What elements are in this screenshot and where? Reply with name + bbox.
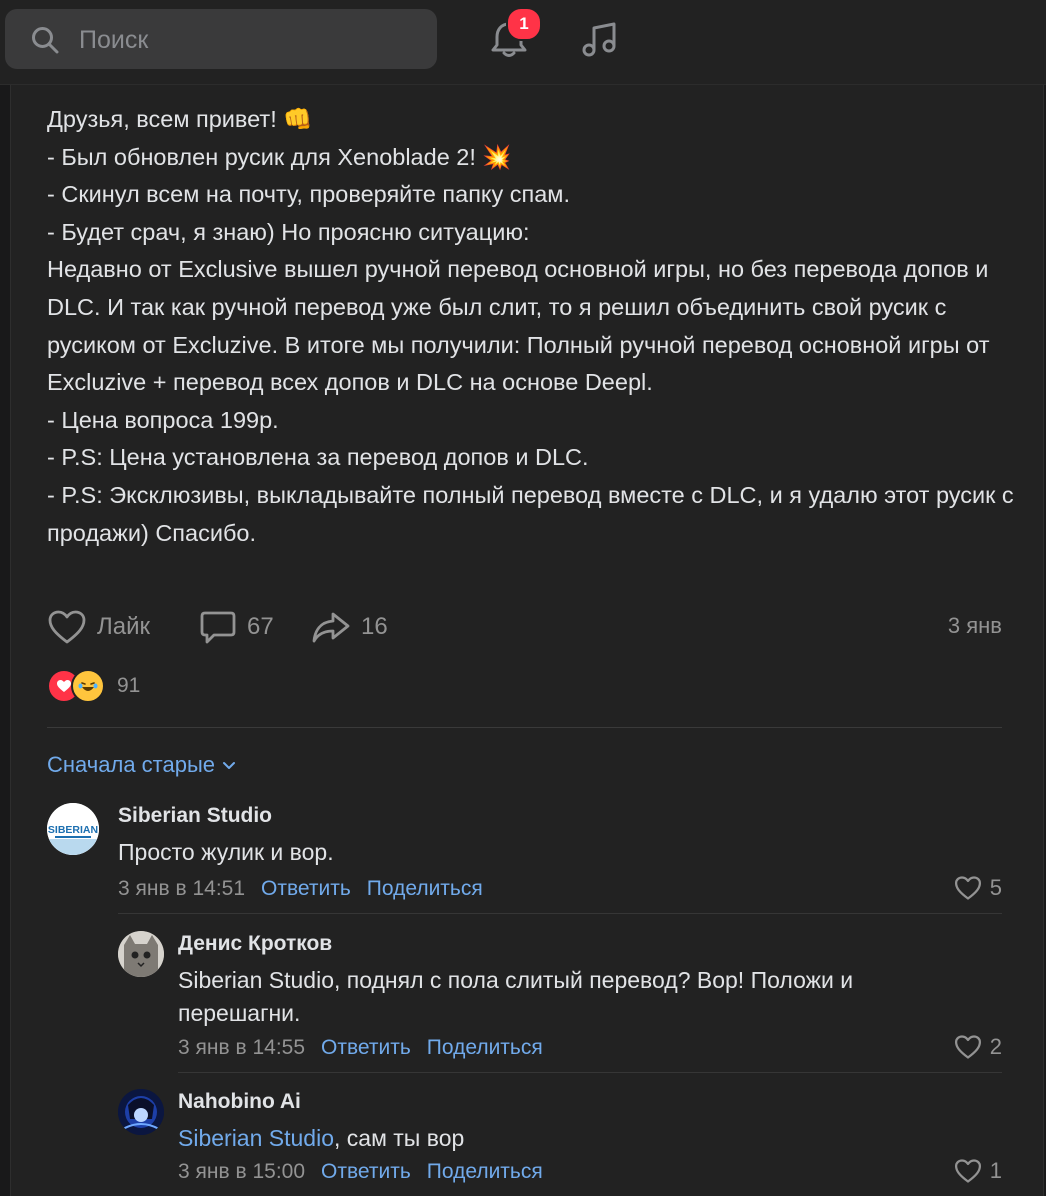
notification-badge: 1 <box>506 7 542 41</box>
comments-sort-dropdown[interactable]: Сначала старые <box>47 752 237 778</box>
comments-button[interactable]: 67 <box>199 605 274 649</box>
laughing-reaction-icon <box>71 669 105 703</box>
post-date[interactable]: 3 янв <box>948 613 1002 639</box>
post-actions: Лайк 67 16 3 янв <box>47 605 1002 649</box>
post-line: - Будет срач, я знаю) Но проясню ситуаци… <box>47 218 530 245</box>
avatar[interactable]: SIBERIAN <box>47 803 99 855</box>
comment-separator <box>178 1072 1002 1073</box>
chevron-down-icon <box>223 762 236 769</box>
comment-date[interactable]: 3 янв в 14:51 <box>118 877 245 901</box>
divider <box>47 727 1002 728</box>
comment-text: Siberian Studio, поднял с пола слитый пе… <box>178 967 854 1026</box>
post-line: - Скинул всем на почту, проверяйте папку… <box>47 181 570 208</box>
reply-button[interactable]: Ответить <box>321 1036 411 1060</box>
reactions-count: 91 <box>117 674 141 697</box>
post-line: Друзья, всем привет! 👊 <box>47 106 313 132</box>
post-line: - Цена вопроса 199р. <box>47 406 279 433</box>
like-button[interactable]: Лайк <box>47 605 150 649</box>
like-label: Лайк <box>97 613 151 640</box>
reply-button[interactable]: Ответить <box>261 877 351 901</box>
comment-author[interactable]: Nahobino Ai <box>178 1090 301 1114</box>
search-input[interactable] <box>77 9 421 71</box>
heart-icon <box>954 1159 981 1183</box>
comment-like-count: 1 <box>989 1158 1002 1183</box>
comment-author[interactable]: Денис Кротков <box>178 932 332 956</box>
share-comment-button[interactable]: Поделиться <box>427 1160 543 1184</box>
comment-like-button[interactable]: 1 <box>954 1158 1002 1184</box>
heart-icon <box>48 610 86 644</box>
avatar[interactable] <box>118 931 164 977</box>
avatar[interactable] <box>118 1089 164 1135</box>
comment-text: Просто жулик и вор. <box>118 839 334 865</box>
comment-separator <box>118 913 1002 914</box>
share-comment-button[interactable]: Поделиться <box>427 1036 543 1060</box>
music-button[interactable] <box>578 18 622 62</box>
comment-date[interactable]: 3 янв в 15:00 <box>178 1160 305 1184</box>
comments-count: 67 <box>247 613 274 640</box>
search-icon <box>32 27 59 54</box>
mention-link[interactable]: Siberian Studio <box>178 1125 334 1151</box>
comment-icon <box>200 611 236 644</box>
reply-button[interactable]: Ответить <box>321 1160 411 1184</box>
comment-meta: 3 янв в 14:51 Ответить Поделиться <box>118 877 483 901</box>
comment-text: Siberian Studio, сам ты вор <box>178 1122 938 1155</box>
music-note-icon <box>582 22 616 57</box>
post-line: - P.S: Цена установлена за перевод допов… <box>47 444 589 471</box>
post-line: Недавно от Exclusive вышел ручной перево… <box>47 256 996 396</box>
share-button[interactable]: 16 <box>311 605 388 649</box>
post-line: - P.S: Эксклюзивы, выкладывайте полный п… <box>47 481 1021 546</box>
comment-meta: 3 янв в 15:00 Ответить Поделиться <box>178 1160 543 1184</box>
sort-label: Сначала старые <box>47 752 216 777</box>
shares-count: 16 <box>361 613 388 640</box>
comment-author[interactable]: Siberian Studio <box>118 804 272 828</box>
comment-like-count: 5 <box>989 875 1002 900</box>
heart-icon <box>954 876 981 900</box>
avatar-logo-text: SIBERIAN <box>48 824 98 836</box>
share-arrow-icon <box>312 612 350 643</box>
heart-icon <box>954 1035 981 1059</box>
comment-date[interactable]: 3 янв в 14:55 <box>178 1036 305 1060</box>
search-box[interactable] <box>5 9 437 71</box>
comment-like-button[interactable]: 5 <box>954 875 1002 901</box>
post-line: - Был обновлен русик для Xenoblade 2! 💥 <box>47 143 512 170</box>
reactions-summary[interactable]: 91 <box>47 669 141 703</box>
comment-text-rest: , сам ты вор <box>334 1125 465 1151</box>
comment-meta: 3 янв в 14:55 Ответить Поделиться <box>178 1036 543 1060</box>
post-text: Друзья, всем привет! 👊 - Был обновлен ру… <box>47 101 1022 552</box>
comment-like-count: 2 <box>989 1034 1002 1059</box>
share-comment-button[interactable]: Поделиться <box>367 877 483 901</box>
comment-like-button[interactable]: 2 <box>954 1034 1002 1060</box>
top-bar: 1 <box>0 0 1046 85</box>
